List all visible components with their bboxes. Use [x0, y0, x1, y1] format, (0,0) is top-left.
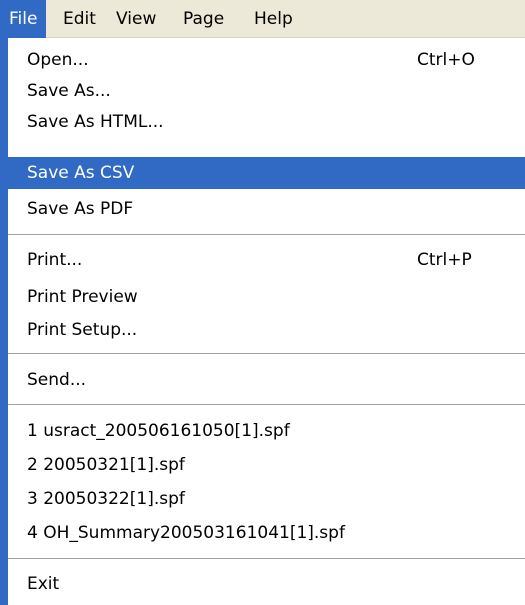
menu-item-print-preview[interactable]: Print Preview [8, 282, 525, 313]
menu-item-label: 1 usract_200506161050[1].spf [27, 421, 290, 441]
menu-page[interactable]: Page [173, 0, 234, 38]
menu-item-save-as-html[interactable]: Save As HTML... [8, 107, 525, 138]
menu-item-label: Print... [27, 250, 83, 270]
menu-view[interactable]: View [106, 0, 166, 38]
file-dropdown-menu: Open... Ctrl+O Save As... Save As HTML..… [8, 38, 525, 605]
menu-item-print-setup[interactable]: Print Setup... [8, 315, 525, 346]
menu-item-label: Send... [27, 370, 87, 390]
menu-separator [8, 558, 525, 559]
menu-item-label: Save As PDF [27, 199, 134, 219]
menu-item-label: Save As... [27, 81, 111, 101]
menu-file[interactable]: File [0, 0, 46, 38]
menu-item-recent-file[interactable]: 2 20050321[1].spf [8, 450, 525, 481]
menu-help[interactable]: Help [244, 0, 303, 38]
menu-item-label: Exit [27, 574, 60, 594]
shortcut-label: Ctrl+O [417, 50, 475, 70]
menu-bar: File Edit View Page Help [0, 0, 525, 38]
menu-item-label: Open... [27, 50, 89, 70]
menu-item-label: Print Preview [27, 287, 138, 307]
menu-item-label: Save As CSV [27, 163, 135, 183]
menu-item-save-as[interactable]: Save As... [8, 76, 525, 107]
menu-item-save-as-pdf[interactable]: Save As PDF [8, 194, 525, 225]
menu-item-recent-file[interactable]: 4 OH_Summary200503161041[1].spf [8, 518, 525, 549]
menu-item-label: 3 20050322[1].spf [27, 489, 185, 509]
menu-separator [8, 234, 525, 235]
menu-item-label: Save As HTML... [27, 112, 164, 132]
menu-item-save-as-csv[interactable]: Save As CSV [8, 157, 525, 189]
menu-item-recent-file[interactable]: 3 20050322[1].spf [8, 484, 525, 515]
menu-item-label: 2 20050321[1].spf [27, 455, 185, 475]
menu-item-print[interactable]: Print... Ctrl+P [8, 245, 525, 276]
menu-item-label: Print Setup... [27, 320, 138, 340]
menu-separator [8, 353, 525, 354]
menu-item-open[interactable]: Open... Ctrl+O [8, 45, 525, 76]
menu-left-border [0, 38, 8, 605]
menu-item-recent-file[interactable]: 1 usract_200506161050[1].spf [8, 416, 525, 447]
menu-item-label: 4 OH_Summary200503161041[1].spf [27, 523, 345, 543]
menu-item-send[interactable]: Send... [8, 365, 525, 396]
menu-edit[interactable]: Edit [53, 0, 106, 38]
menu-item-exit[interactable]: Exit [8, 569, 525, 600]
shortcut-label: Ctrl+P [417, 250, 472, 270]
menu-separator [8, 404, 525, 405]
